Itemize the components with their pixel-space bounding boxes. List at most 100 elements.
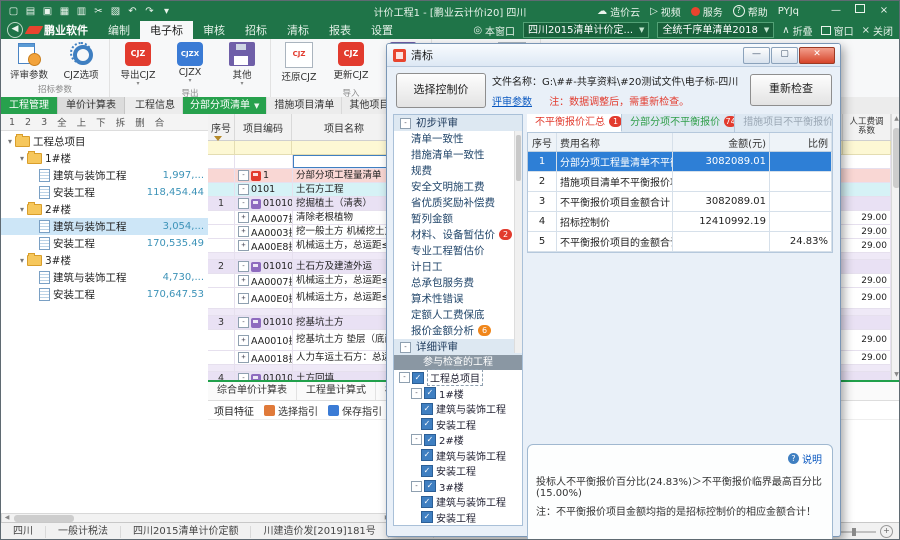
ribbon-button-其他[interactable]: 其他▾ [216, 40, 268, 86]
review-item-安全文明施工费[interactable]: 安全文明施工费 [394, 179, 522, 195]
result-row[interactable]: 1分部分项工程量清单不平衡报价项目金额汇总3082089.01 [528, 152, 832, 172]
tree-item-建筑与装饰工程[interactable]: 建筑与装饰工程3,054,... [1, 218, 208, 235]
tree-toolbar-button-全[interactable]: 全 [53, 115, 71, 129]
check-tree-item-工程总项目[interactable]: -✓工程总项目 [394, 370, 522, 386]
check-tree-item-建筑与装饰工程[interactable]: ✓建筑与装饰工程 [394, 494, 522, 510]
dialog-minimize-button[interactable]: — [743, 47, 770, 64]
review-item-专业工程暂估价[interactable]: 专业工程暂估价 [394, 243, 522, 259]
checkbox-checked-icon[interactable]: ✓ [412, 372, 424, 384]
check-tree-item-2#楼[interactable]: -✓2#楼 [394, 432, 522, 448]
expanded-icon[interactable]: ▾ [17, 256, 27, 265]
grid-tab-分部分项清单[interactable]: 分部分项清单▼ [183, 97, 267, 114]
tree-item-1#楼[interactable]: ▾1#楼 [1, 150, 208, 167]
service-icon[interactable]: 服务 [691, 4, 723, 19]
tree-toolbar-button-1[interactable]: 1 [5, 117, 19, 128]
back-icon[interactable]: ◀ [7, 22, 23, 38]
cloud-icon[interactable]: ☁造价云 [597, 4, 640, 19]
result-row[interactable]: 2措施项目清单不平衡报价项目金额合计 [528, 172, 832, 192]
expand-icon[interactable]: + [238, 240, 249, 251]
expand-icon[interactable]: + [238, 212, 249, 223]
expand-icon[interactable]: + [238, 293, 249, 304]
check-tree-item-3#楼[interactable]: -✓3#楼 [394, 479, 522, 495]
checkbox-checked-icon[interactable]: ✓ [421, 449, 433, 461]
new-doc-icon[interactable]: ▢ [7, 6, 20, 17]
collapse-icon[interactable]: - [238, 198, 249, 209]
review-item-措施清单一致性[interactable]: 措施清单一致性 [394, 147, 522, 163]
collapse-icon[interactable]: - [411, 481, 422, 492]
menu-tab-清标[interactable]: 清标 [277, 21, 319, 40]
ribbon-button-评审参数[interactable]: 评审参数 [3, 40, 55, 82]
recheck-button[interactable]: 重新检查 [750, 74, 832, 106]
menu-tab-审核[interactable]: 审核 [193, 21, 235, 40]
expand-icon[interactable]: + [238, 352, 249, 363]
review-item-计日工[interactable]: 计日工 [394, 259, 522, 275]
explain-link[interactable]: ?说明 [788, 451, 822, 466]
checkbox-checked-icon[interactable]: ✓ [421, 465, 433, 477]
tree-item-安装工程[interactable]: 安装工程118,454.44 [1, 184, 208, 201]
checkbox-checked-icon[interactable]: ✓ [421, 403, 433, 415]
dialog-close-button[interactable]: ✕ [799, 47, 835, 64]
left-tab-单价计算表[interactable]: 单价计算表 [58, 97, 125, 114]
collapse-icon[interactable]: - [238, 184, 249, 195]
print-icon[interactable]: ▥ [75, 6, 88, 17]
grid-tab-工程信息[interactable]: 工程信息 [128, 97, 183, 114]
tree-item-安装工程[interactable]: 安装工程170,647.53 [1, 286, 208, 303]
preliminary-review-group[interactable]: -初步评审 [394, 115, 522, 131]
checkbox-checked-icon[interactable]: ✓ [421, 418, 433, 430]
tree-toolbar-button-3[interactable]: 3 [37, 117, 51, 128]
feature-button-选择指引[interactable]: 选择指引 [264, 403, 318, 418]
check-tree-item-安装工程[interactable]: ✓安装工程 [394, 463, 522, 479]
feature-button-保存指引[interactable]: 保存指引 [328, 403, 382, 418]
collapse-icon[interactable]: - [411, 434, 422, 445]
left-tab-工程管理[interactable]: 工程管理 [1, 97, 58, 114]
menu-tab-电子标[interactable]: 电子标 [140, 21, 193, 40]
result-tab-措施项目不平衡报价[interactable]: 措施项目不平衡报价 [735, 114, 833, 132]
collapse-icon[interactable]: - [400, 342, 411, 353]
save-all-icon[interactable]: ▦ [58, 6, 71, 17]
close-button[interactable]: × [873, 3, 895, 19]
tree-toolbar-button-合[interactable]: 合 [151, 115, 169, 129]
tree-item-工程总项目[interactable]: ▾工程总项目 [1, 133, 208, 150]
ribbon-button-CJZ选项[interactable]: CJZ选项 [55, 40, 107, 82]
tree-item-2#楼[interactable]: ▾2#楼 [1, 201, 208, 218]
window-menu-button[interactable]: 窗口 [821, 23, 854, 38]
ribbon-button-CJZX[interactable]: CJZXCJZX▾ [164, 40, 216, 86]
check-tree-item-安装工程[interactable]: ✓安装工程 [394, 510, 522, 526]
dialog-maximize-button[interactable]: ▢ [771, 47, 798, 64]
select-control-price-button[interactable]: 选择控制价 [396, 73, 486, 108]
grid-vertical-scrollbar[interactable]: ▲ ▼ [891, 114, 900, 380]
zoom-in-icon[interactable]: + [880, 525, 893, 538]
col-header-adj[interactable]: 人工费调 系数 [843, 114, 891, 140]
check-tree-item-建筑与装饰工程[interactable]: ✓建筑与装饰工程 [394, 401, 522, 417]
undo-icon[interactable]: ↶ [126, 6, 139, 17]
review-item-报价金额分析[interactable]: 报价金额分析6 [394, 323, 522, 339]
redo-icon[interactable]: ↷ [143, 6, 156, 17]
result-tab-分部分项不平衡报价[interactable]: 分部分项不平衡报价74 [622, 114, 735, 132]
review-item-算术性错误[interactable]: 算术性错误 [394, 291, 522, 307]
grid-tab-措施项目清单[interactable]: 措施项目清单 [267, 97, 342, 114]
menu-tab-报表[interactable]: 报表 [319, 21, 361, 40]
check-tree-item-建筑与装饰工程[interactable]: ✓建筑与装饰工程 [394, 448, 522, 464]
collapse-icon[interactable]: - [400, 118, 411, 129]
expanded-icon[interactable]: ▾ [17, 154, 27, 163]
checkbox-checked-icon[interactable]: ✓ [424, 434, 436, 446]
expand-icon[interactable]: + [238, 275, 249, 286]
minimize-button[interactable]: — [825, 3, 847, 19]
this-window-button[interactable]: ◎本窗口 [473, 23, 515, 38]
scroll-down-icon[interactable]: ▼ [892, 370, 900, 380]
review-item-材料、设备暂估价[interactable]: 材料、设备暂估价2 [394, 227, 522, 243]
collapse-icon[interactable]: - [238, 261, 249, 272]
tree-toolbar-button-上[interactable]: 上 [73, 115, 91, 129]
col-header-code[interactable]: 项目编码 [235, 114, 292, 140]
review-item-暂列金额[interactable]: 暂列金额 [394, 211, 522, 227]
copy-icon[interactable]: ▧ [109, 6, 122, 17]
result-tab-不平衡报价汇总[interactable]: 不平衡报价汇总1 [527, 114, 622, 132]
tree-toolbar-button-删[interactable]: 删 [131, 115, 149, 129]
help-icon[interactable]: ?帮助 [733, 4, 768, 19]
expand-icon[interactable]: + [238, 335, 249, 346]
open-icon[interactable]: ▤ [24, 6, 37, 17]
review-item-总承包服务费[interactable]: 总承包服务费 [394, 275, 522, 291]
review-list-scrollbar[interactable] [514, 131, 522, 353]
expand-icon[interactable]: + [238, 226, 249, 237]
save-icon[interactable]: ▣ [41, 6, 54, 17]
